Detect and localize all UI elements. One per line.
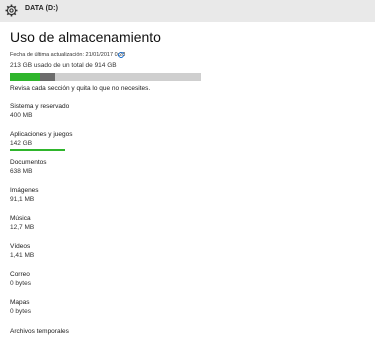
category-size: 91,1 MB [10, 196, 35, 203]
storage-category-item[interactable]: Imágenes 91,1 MB [10, 186, 39, 204]
storage-usage-bar [10, 73, 201, 81]
title-bar: DATA (D:) [0, 0, 375, 22]
storage-category-item[interactable]: Documentos 638 MB [10, 158, 47, 176]
category-size: 0 bytes [10, 280, 31, 287]
gear-icon[interactable] [5, 4, 18, 17]
category-name: Mapas [10, 299, 30, 306]
category-highlight-bar [10, 149, 65, 151]
category-name: Archivos temporales [10, 328, 69, 335]
storage-category-item[interactable]: Música 12,7 MB [10, 214, 34, 232]
category-name: Sistema y reservado [10, 103, 70, 110]
page-title: Uso de almacenamiento [10, 29, 161, 45]
category-size: 12,7 MB [10, 224, 35, 231]
category-name: Imágenes [10, 187, 39, 194]
storage-category-item[interactable]: Aplicaciones y juegos 142 GB [10, 130, 73, 151]
usage-summary: 213 GB usado de un total de 914 GB [10, 62, 117, 69]
last-updated-text: Fecha de última actualización: 21/01/201… [10, 52, 126, 58]
storage-category-item[interactable]: Vídeos 1,41 MB [10, 242, 34, 260]
usage-bar-segment [10, 73, 40, 81]
usage-bar-segment [40, 73, 55, 81]
category-name: Música [10, 215, 31, 222]
category-size: 0 bytes [10, 308, 31, 315]
review-hint: Revisa cada sección y quita lo que no ne… [10, 85, 151, 92]
refresh-icon[interactable] [117, 51, 125, 59]
category-size: 1,41 MB [10, 252, 35, 259]
category-size: 400 MB [10, 112, 33, 119]
storage-category-item[interactable]: Correo 0 bytes [10, 270, 31, 288]
category-name: Correo [10, 271, 30, 278]
storage-category-item[interactable]: Archivos temporales [10, 327, 69, 336]
category-size: 142 GB [10, 140, 33, 147]
category-name: Aplicaciones y juegos [10, 131, 73, 138]
storage-category-item[interactable]: Mapas 0 bytes [10, 298, 31, 316]
storage-category-item[interactable]: Sistema y reservado 400 MB [10, 102, 69, 120]
window-title: DATA (D:) [25, 5, 59, 12]
category-size: 638 MB [10, 168, 33, 175]
category-name: Documentos [10, 159, 47, 166]
category-name: Vídeos [10, 243, 31, 250]
